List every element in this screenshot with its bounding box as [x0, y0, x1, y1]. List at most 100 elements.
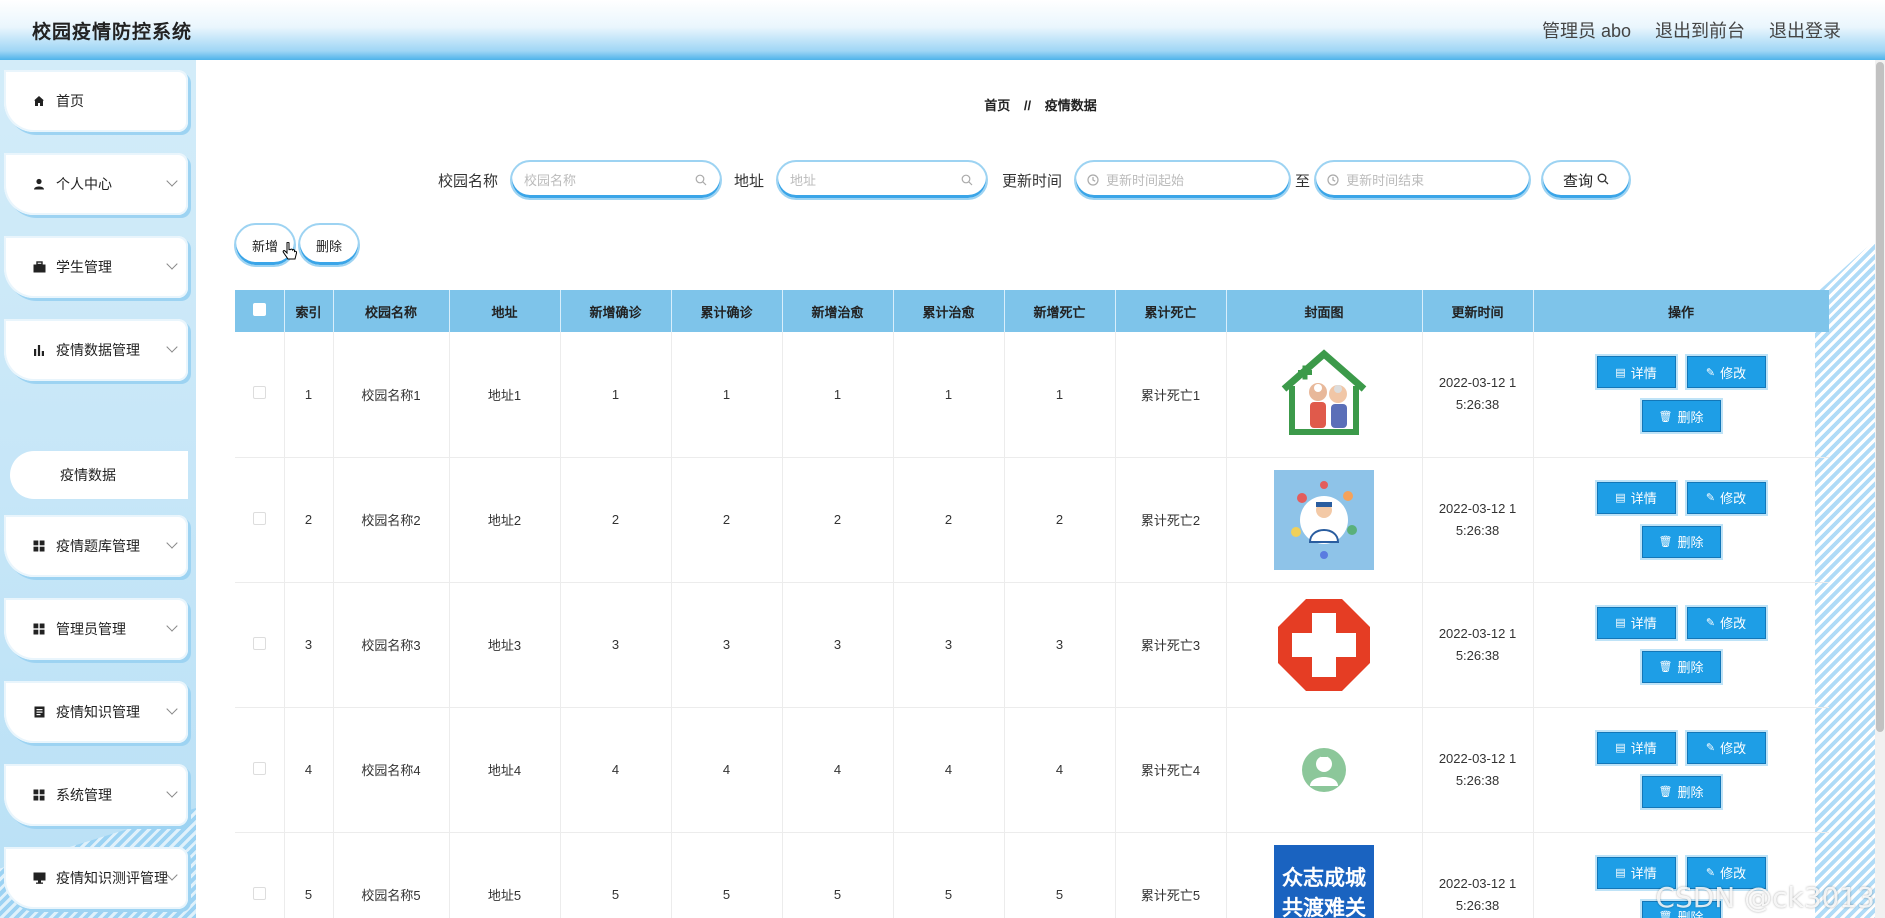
edit-button-label: 修改 — [1720, 491, 1747, 506]
breadcrumb-home[interactable]: 首页 — [984, 98, 1010, 113]
chevron-down-icon — [166, 341, 178, 353]
row-checkbox[interactable] — [252, 886, 266, 900]
pencil-icon: ✎ — [1705, 867, 1716, 879]
detail-button[interactable]: ▤ 详情 — [1596, 731, 1676, 764]
campus-name-input-wrap[interactable] — [510, 160, 723, 200]
row-delete-button[interactable]: 🗑 删除 — [1641, 525, 1721, 558]
sidebar-item-question-bank-management[interactable]: 疫情题库管理 — [4, 515, 188, 577]
row-checkbox[interactable] — [252, 761, 266, 775]
edit-button[interactable]: ✎ 修改 — [1686, 606, 1766, 639]
scrollbar-thumb[interactable] — [1876, 62, 1884, 732]
cell-operations: ▤ 详情 ✎ 修改 🗑 删除 — [1533, 707, 1829, 833]
main-content: 首页 // 疫情数据 校园名称 地址 更新时间 至 — [196, 60, 1885, 918]
pencil-icon: ✎ — [1705, 742, 1716, 754]
edit-button[interactable]: ✎ 修改 — [1686, 481, 1766, 514]
row-checkbox[interactable] — [252, 636, 266, 650]
column-header: 索引 — [284, 290, 334, 332]
poster-line-2: 共渡难关 — [1282, 896, 1366, 918]
row-delete-button[interactable]: 🗑 删除 — [1641, 650, 1721, 683]
cell-total-deaths: 累计死亡5 — [1115, 832, 1227, 918]
red-cross-icon[interactable] — [1227, 595, 1422, 695]
row-delete-button-label: 删除 — [1677, 660, 1704, 675]
logout-link[interactable]: 退出登录 — [1769, 17, 1841, 43]
row-select-cell[interactable] — [235, 832, 285, 918]
row-delete-button-label: 删除 — [1677, 409, 1704, 425]
cell-total-deaths: 累计死亡3 — [1115, 582, 1227, 708]
edit-button[interactable]: ✎ 修改 — [1686, 731, 1766, 764]
column-header: 新增死亡 — [1004, 290, 1116, 332]
column-header: 更新时间 — [1422, 290, 1534, 332]
cell-new-confirmed: 1 — [560, 332, 672, 458]
sidebar-item-label: 管理员管理 — [56, 621, 126, 637]
cell-total-cured: 5 — [893, 832, 1005, 918]
sidebar-item-system-management[interactable]: 系统管理 — [4, 764, 188, 826]
mouse-pointer-icon — [282, 241, 298, 267]
detail-button-label: 详情 — [1630, 616, 1657, 631]
document-icon: ▤ — [1615, 492, 1626, 504]
vertical-scrollbar[interactable] — [1875, 60, 1885, 918]
cell-total-confirmed: 5 — [671, 832, 783, 918]
column-header: 新增确诊 — [560, 290, 672, 332]
family-house-icon[interactable] — [1227, 344, 1422, 444]
sidebar-item-knowledge-management[interactable]: 疫情知识管理 — [4, 681, 188, 743]
edit-button[interactable]: ✎ 修改 — [1686, 356, 1766, 389]
row-delete-button[interactable]: 🗑 删除 — [1641, 775, 1721, 808]
sidebar-item-knowledge-assessment-management[interactable]: 疫情知识测评管理 — [4, 847, 188, 909]
bulk-delete-button[interactable]: 删除 — [298, 223, 361, 267]
row-select-cell[interactable] — [235, 332, 285, 458]
cell-new-confirmed: 3 — [560, 582, 672, 708]
cell-new-cured: 2 — [782, 457, 894, 583]
row-select-cell[interactable] — [235, 582, 285, 708]
sidebar-item-student-management[interactable]: 学生管理 — [4, 236, 188, 298]
sidebar-item-epidemic-data-management[interactable]: 疫情数据管理 — [4, 319, 188, 381]
time-line-2: 5:26:38 — [1455, 522, 1500, 538]
time-start-input-wrap[interactable] — [1074, 160, 1292, 200]
address-input[interactable] — [790, 172, 961, 188]
cell-total-cured: 3 — [893, 582, 1005, 708]
cell-new-confirmed: 2 — [560, 457, 672, 583]
detail-button[interactable]: ▤ 详情 — [1596, 481, 1676, 514]
slogan-poster-icon[interactable]: 众志成城 共渡难关 — [1227, 844, 1422, 918]
cell-operations: ▤ 详情 ✎ 修改 🗑 删除 — [1533, 457, 1829, 583]
grid-icon — [32, 622, 46, 636]
admin-user-label[interactable]: 管理员 abo — [1542, 17, 1631, 43]
sidebar-item-admin-management[interactable]: 管理员管理 — [4, 598, 188, 660]
row-select-cell[interactable] — [235, 707, 285, 833]
detail-button[interactable]: ▤ 详情 — [1596, 356, 1676, 389]
cell-total-cured: 4 — [893, 707, 1005, 833]
cell-total-confirmed: 4 — [671, 707, 783, 833]
sidebar-item-label: 学生管理 — [56, 259, 112, 275]
cell-total-deaths: 累计死亡4 — [1115, 707, 1227, 833]
nurse-badge-icon[interactable] — [1227, 720, 1422, 820]
detail-button[interactable]: ▤ 详情 — [1596, 606, 1676, 639]
chevron-down-icon — [166, 537, 178, 549]
column-header: 累计死亡 — [1115, 290, 1227, 332]
doctor-icon[interactable] — [1227, 469, 1422, 570]
column-header: 累计确诊 — [671, 290, 783, 332]
breadcrumb-separator: // — [1023, 98, 1032, 113]
campus-name-input[interactable] — [524, 172, 695, 188]
select-all-checkbox[interactable] — [252, 303, 266, 316]
to-label: 至 — [1295, 172, 1311, 190]
header-select-all[interactable] — [235, 290, 285, 332]
search-icon — [694, 173, 708, 187]
sidebar-subitem-epidemic-data[interactable]: 疫情数据 — [10, 451, 188, 499]
row-delete-button[interactable]: 🗑 删除 — [1641, 400, 1721, 433]
table-header-row: 索引 校园名称 地址 新增确诊 累计确诊 新增治愈 累计治愈 新增死亡 累计死亡… — [235, 290, 1829, 332]
sidebar-item-label: 系统管理 — [56, 787, 112, 803]
cell-address: 地址3 — [449, 582, 561, 708]
sidebar-item-home[interactable]: 首页 — [4, 70, 188, 132]
address-input-wrap[interactable] — [776, 160, 989, 200]
back-to-front-link[interactable]: 退出到前台 — [1655, 17, 1745, 43]
row-select-cell[interactable] — [235, 457, 285, 583]
time-end-input[interactable] — [1346, 172, 1518, 188]
cell-new-cured: 5 — [782, 832, 894, 918]
sidebar-item-personal-center[interactable]: 个人中心 — [4, 153, 188, 215]
row-checkbox[interactable] — [252, 511, 266, 525]
cell-new-cured: 1 — [782, 332, 894, 458]
row-checkbox[interactable] — [252, 386, 266, 400]
edit-button-label: 修改 — [1720, 741, 1747, 756]
time-end-input-wrap[interactable] — [1314, 160, 1532, 200]
query-button[interactable]: 查询 — [1541, 160, 1632, 200]
time-start-input[interactable] — [1106, 172, 1278, 188]
